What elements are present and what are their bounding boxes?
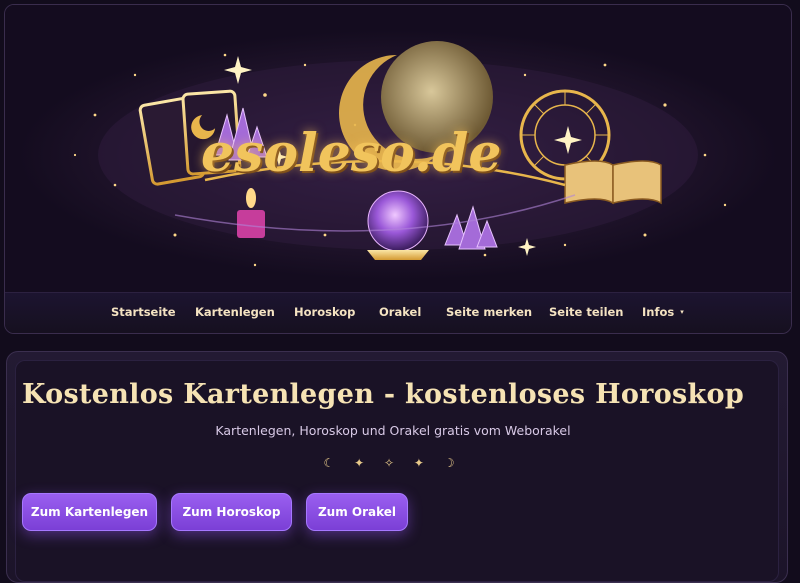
horoskop-button[interactable]: Zum Horoskop <box>171 493 292 531</box>
nav-item-seite-merken[interactable]: Seite merken <box>446 305 532 319</box>
page-subtitle: Kartenlegen, Horoskop und Orakel gratis … <box>215 423 571 438</box>
nav-item-kartenlegen[interactable]: Kartenlegen <box>195 305 275 319</box>
nav-item-startseite[interactable]: Startseite <box>111 305 176 319</box>
main-navigation: Startseite Kartenlegen Horoskop Orakel S… <box>5 292 791 333</box>
moon-star-ornament-icon: ☾ ✦ ✧ ✦ ☽ <box>323 456 463 470</box>
kartenlegen-button[interactable]: Zum Kartenlegen <box>22 493 157 531</box>
orakel-button[interactable]: Zum Orakel <box>306 493 408 531</box>
header-frame: esoleso.de Startseite Kartenlegen Horosk… <box>4 4 792 334</box>
nav-item-infos[interactable]: Infos ▾ <box>642 305 684 319</box>
banner-image[interactable]: esoleso.de <box>5 5 791 292</box>
page-title: Kostenlos Kartenlegen - kostenloses Horo… <box>22 379 745 410</box>
nav-item-infos-label: Infos <box>642 305 675 319</box>
nav-item-horoskop[interactable]: Horoskop <box>294 305 355 319</box>
nav-item-seite-teilen[interactable]: Seite teilen <box>549 305 624 319</box>
chevron-down-icon: ▾ <box>680 308 684 316</box>
logo-text: esoleso.de <box>201 123 502 184</box>
nav-item-orakel[interactable]: Orakel <box>379 305 421 319</box>
